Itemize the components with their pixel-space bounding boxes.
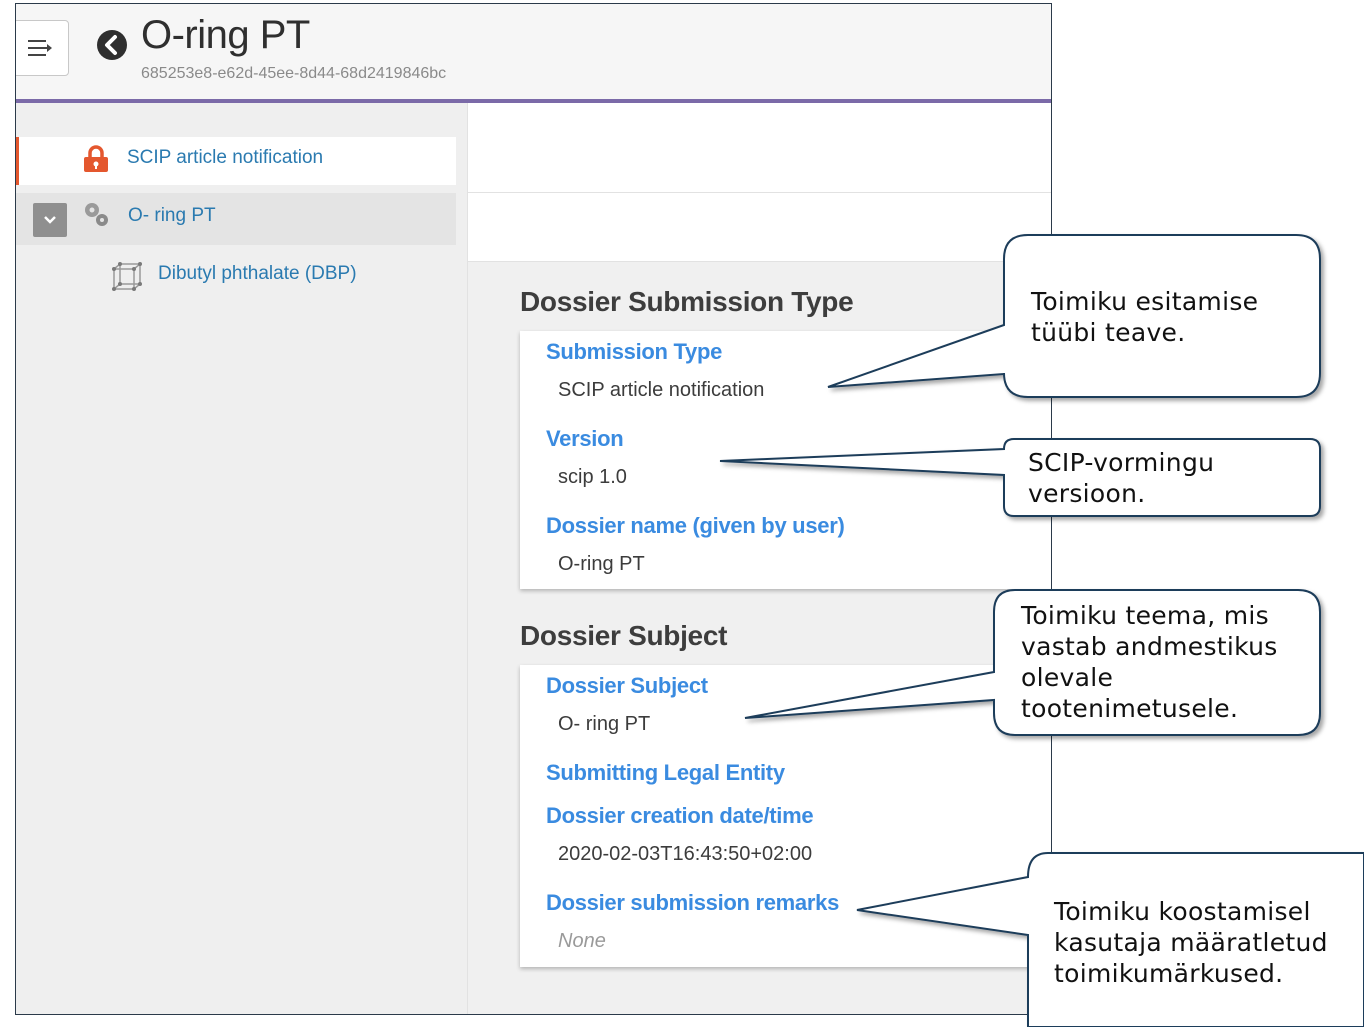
callout-line: toimikumärkused. (1054, 959, 1284, 988)
callout-line: tootenimetusele. (1021, 694, 1239, 723)
callout-text: Toimiku koostamisel kasutaja määratletud… (1054, 896, 1328, 989)
callout-line: Toimiku koostamisel (1054, 897, 1311, 926)
callout-line: olevale (1021, 663, 1114, 692)
callout-text: Toimiku teema, mis vastab andmestikus ol… (1021, 600, 1278, 724)
callout-line: kasutaja määratletud (1054, 928, 1328, 957)
callout-text: SCIP-vormingu versioon. (1028, 447, 1214, 509)
callout-shapes (719, 234, 1364, 1027)
callout-line: SCIP-vormingu (1028, 448, 1215, 477)
callout-line: vastab andmestikus (1021, 632, 1278, 661)
callout-line: versioon. (1028, 479, 1146, 508)
callout-line: Toimiku teema, mis (1021, 601, 1269, 630)
callout-line: tüübi teave. (1031, 318, 1186, 347)
callout-bubble (719, 438, 1321, 517)
callout-line: Toimiku esitamise (1031, 287, 1259, 316)
callout-text: Toimiku esitamise tüübi teave. (1031, 286, 1258, 348)
